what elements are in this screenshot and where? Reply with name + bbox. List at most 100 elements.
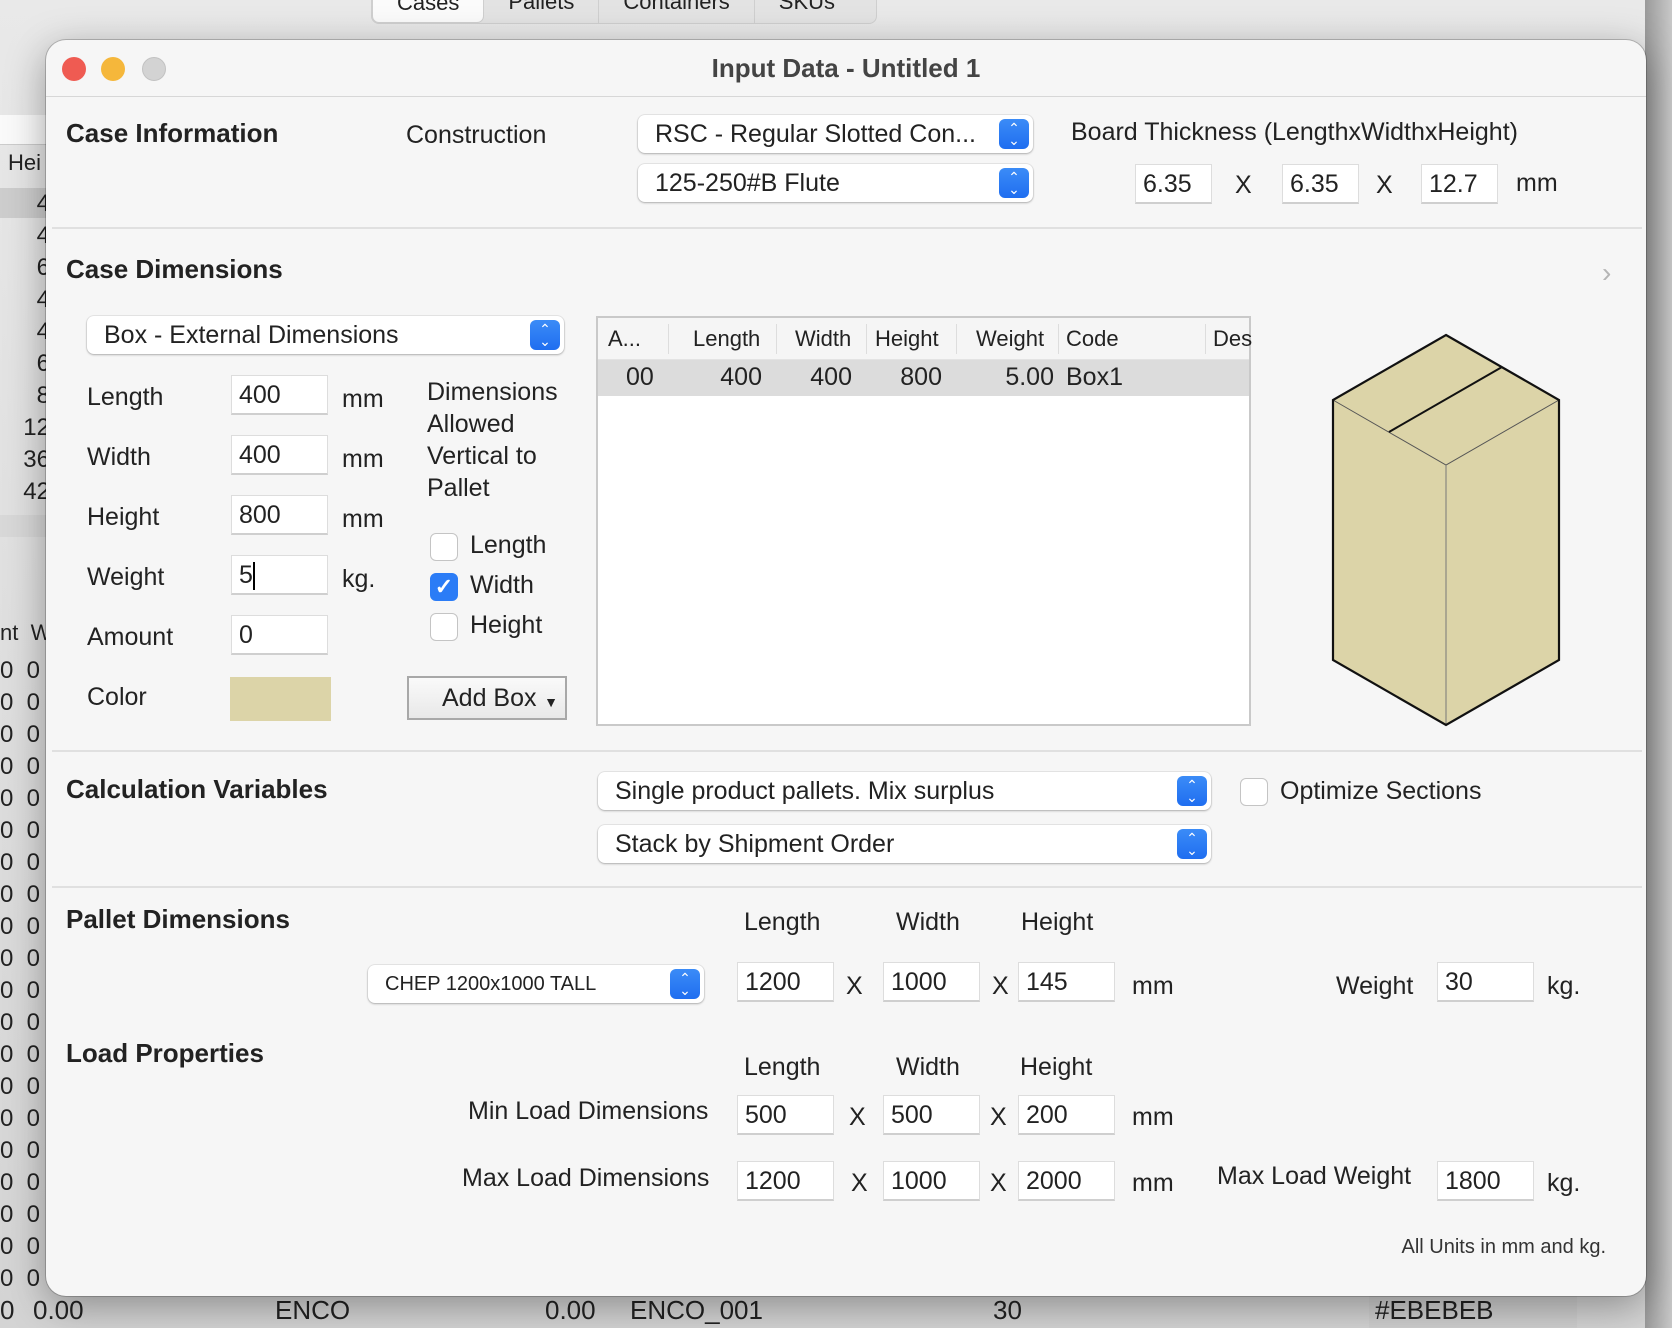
pallet-unit-label: mm — [1132, 972, 1174, 1000]
add-box-label: Add Box — [442, 684, 537, 712]
max-load-weight-label: Max Load Weight — [1217, 1162, 1412, 1190]
box-preview-illustration — [1331, 333, 1561, 727]
vertical-height-checkbox[interactable] — [430, 613, 458, 641]
max-load-height-input[interactable]: 2000 — [1018, 1161, 1115, 1201]
table-header: A... Length Width Height Weight Code Des — [598, 318, 1252, 360]
divider — [52, 750, 1642, 752]
pallet-width-input[interactable]: 1000 — [883, 962, 980, 1002]
vertical-width-checkbox[interactable]: ✓ — [430, 573, 458, 601]
col-length[interactable]: Length — [693, 326, 760, 352]
pallet-length-input[interactable]: 1200 — [737, 962, 834, 1002]
stepper-icon: ⌃ ⌄ — [1177, 776, 1207, 806]
max-load-weight-input[interactable]: 1800 — [1437, 1161, 1534, 1201]
vertical-length-checkbox[interactable] — [430, 533, 458, 561]
construction-select[interactable]: RSC - Regular Slotted Con... ⌃ ⌄ — [638, 115, 1033, 153]
pallet-weight-input[interactable]: 30 — [1437, 962, 1534, 1002]
stepper-icon: ⌃ ⌄ — [999, 119, 1029, 149]
load-width-header: Width — [896, 1053, 960, 1081]
pallet-height-header: Height — [1021, 908, 1094, 936]
width-input[interactable]: 400 — [231, 435, 328, 475]
text-cursor — [252, 562, 255, 591]
col-separator — [1058, 324, 1059, 354]
field-unit: mm — [342, 385, 384, 413]
title-bar: Input Data - Untitled 1 — [46, 40, 1646, 97]
section-case-information: Case Information — [66, 118, 279, 148]
pallet-height-input[interactable]: 145 — [1018, 962, 1115, 1002]
stack-mode-select[interactable]: Stack by Shipment Order ⌃ ⌄ — [598, 825, 1211, 863]
min-load-height-input[interactable]: 200 — [1018, 1095, 1115, 1135]
section-load-properties: Load Properties — [66, 1038, 264, 1068]
pallet-length-header: Length — [744, 908, 821, 936]
field-unit: mm — [342, 445, 384, 473]
construction-label: Construction — [406, 121, 547, 149]
tab-cases[interactable]: Cases — [372, 0, 485, 23]
vertical-length-label: Length — [470, 531, 547, 559]
pallet-mode-select[interactable]: Single product pallets. Mix surplus ⌃ ⌄ — [598, 772, 1211, 810]
amount-input[interactable]: 0 — [231, 615, 328, 655]
bg-cell: ENCO_001 — [630, 1295, 763, 1325]
cell-code: Box1 — [1066, 363, 1123, 391]
tab-skus[interactable]: SKUs — [755, 0, 859, 23]
input-data-window: Input Data - Untitled 1 Case Information… — [46, 40, 1646, 1296]
min-load-length-input[interactable]: 500 — [737, 1095, 834, 1135]
times-label: X — [990, 1169, 1007, 1197]
cell-weight: 5.00 — [1005, 363, 1054, 391]
flute-value: 125-250#B Flute — [655, 169, 840, 197]
height-input[interactable]: 800 — [231, 495, 328, 535]
times-label: X — [851, 1169, 868, 1197]
bg-cell: 8 — [36, 382, 50, 409]
col-description[interactable]: Des — [1213, 326, 1252, 352]
optimize-sections-label: Optimize Sections — [1280, 777, 1482, 805]
tab-pallets[interactable]: Pallets — [484, 0, 600, 23]
tab-containers[interactable]: Containers — [599, 0, 755, 23]
length-input[interactable]: 400 — [231, 375, 328, 415]
stack-mode-value: Stack by Shipment Order — [615, 830, 895, 858]
bg-cell: 6 — [36, 254, 50, 281]
bg-cell: ENCO — [275, 1295, 351, 1325]
flute-select[interactable]: 125-250#B Flute ⌃ ⌄ — [638, 164, 1033, 202]
col-amount[interactable]: A... — [608, 326, 641, 352]
optimize-sections-checkbox[interactable] — [1240, 778, 1268, 806]
load-length-header: Length — [744, 1053, 821, 1081]
window-title: Input Data - Untitled 1 — [711, 53, 981, 83]
bg-cell: 30 — [993, 1295, 1022, 1325]
board-height-input[interactable]: 12.7 — [1421, 164, 1498, 204]
bg-cell: 42 — [23, 478, 50, 505]
divider — [52, 227, 1642, 229]
add-box-button[interactable]: Add Box ▼ — [407, 676, 567, 720]
field-unit: kg. — [342, 565, 376, 593]
chevron-right-icon[interactable]: › — [1602, 257, 1611, 289]
col-code[interactable]: Code — [1066, 326, 1119, 352]
col-weight[interactable]: Weight — [976, 326, 1044, 352]
max-load-length-input[interactable]: 1200 — [737, 1161, 834, 1201]
section-case-dimensions: Case Dimensions — [66, 254, 283, 284]
board-length-input[interactable]: 6.35 — [1135, 164, 1212, 204]
load-height-header: Height — [1020, 1053, 1093, 1081]
col-separator — [1205, 324, 1206, 354]
vertical-allowed-label: Dimensions Allowed Vertical to Pallet — [427, 378, 558, 502]
col-height[interactable]: Height — [875, 326, 939, 352]
bg-cell: 0.00 — [545, 1295, 596, 1325]
bg-cell: 4 — [36, 286, 50, 313]
weight-input[interactable]: 5 — [231, 555, 328, 595]
min-load-width-input[interactable]: 500 — [883, 1095, 980, 1135]
col-width[interactable]: Width — [795, 326, 851, 352]
pallet-weight-unit: kg. — [1547, 972, 1581, 1000]
dropdown-arrow-icon: ▼ — [544, 694, 558, 710]
bg-right-panel — [1645, 0, 1672, 1328]
dimension-mode-select[interactable]: Box - External Dimensions ⌃ ⌄ — [87, 316, 564, 354]
table-row[interactable]: 00 400 400 800 5.00 Box1 — [598, 360, 1249, 396]
times-label: X — [849, 1103, 866, 1131]
box-table[interactable]: A... Length Width Height Weight Code Des… — [596, 316, 1252, 726]
col-separator — [776, 324, 777, 354]
bg-cell: 36 — [23, 446, 50, 473]
pallet-type-select[interactable]: CHEP 1200x1000 TALL ⌃ ⌄ — [368, 965, 704, 1003]
bg-cell: 4 — [36, 222, 50, 249]
bg-cell: 0 — [0, 1295, 15, 1325]
board-width-input[interactable]: 6.35 — [1282, 164, 1359, 204]
color-swatch[interactable] — [230, 677, 331, 721]
max-load-width-input[interactable]: 1000 — [883, 1161, 980, 1201]
pallet-weight-label: Weight — [1336, 972, 1414, 1000]
min-load-unit: mm — [1132, 1103, 1174, 1131]
col-separator — [866, 324, 867, 354]
